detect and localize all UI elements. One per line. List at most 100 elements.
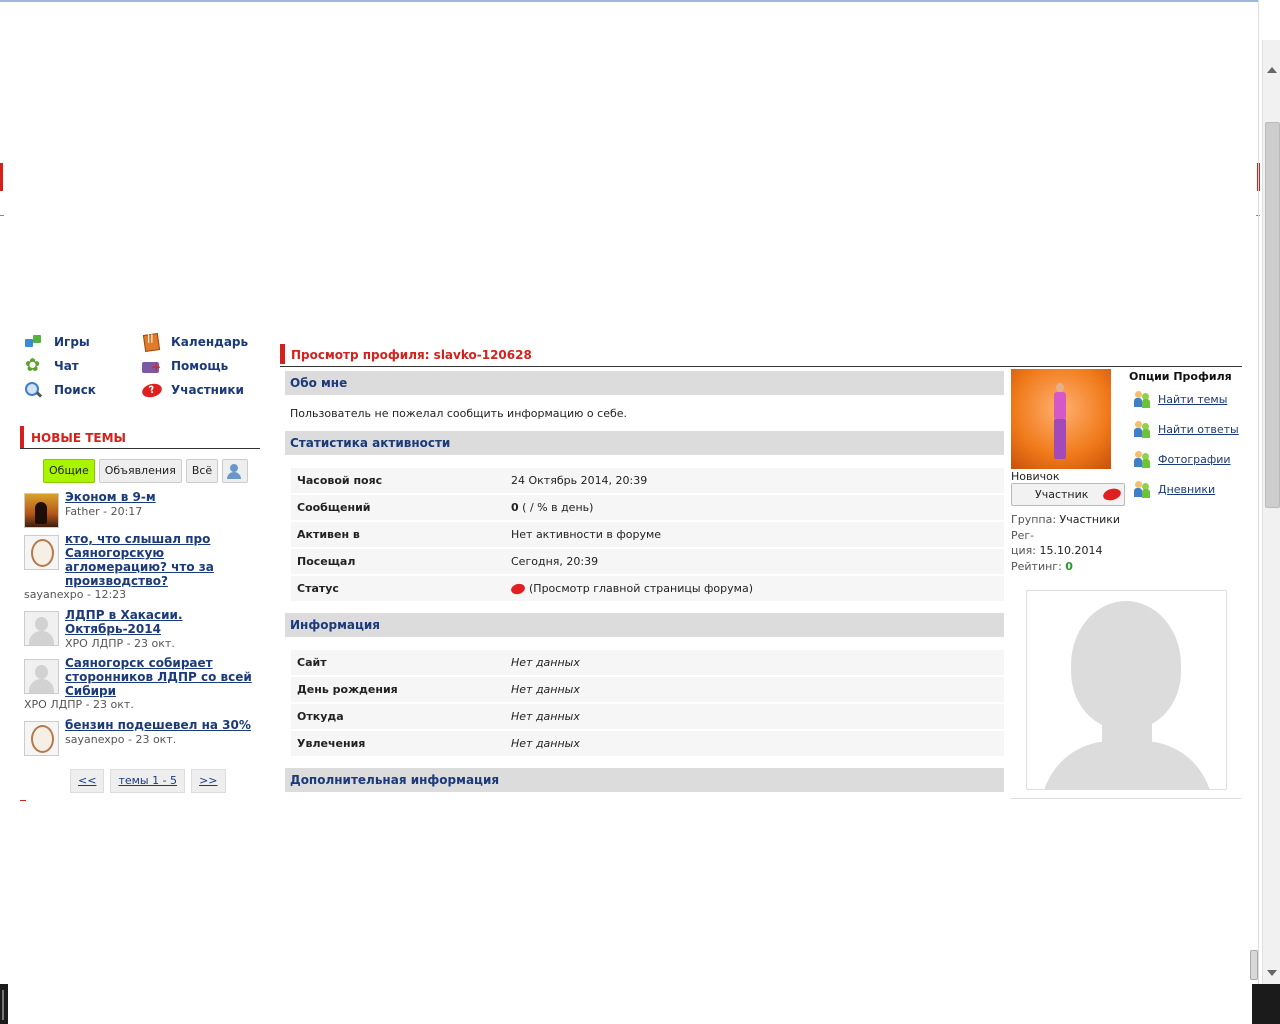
filter-my-user-icon[interactable] xyxy=(222,459,249,483)
pager-next-button[interactable]: >> xyxy=(191,769,226,793)
status-text: (Просмотр главной страницы форума) xyxy=(529,582,753,595)
profile-options-title: Опции Профиля xyxy=(1129,370,1232,383)
avatar[interactable] xyxy=(24,611,59,646)
search-icon xyxy=(24,381,44,399)
section-title: Дополнительная информация xyxy=(290,773,500,787)
left-tick xyxy=(0,215,4,216)
menu-help[interactable]: Помощь xyxy=(141,357,228,375)
section-title: Обо мне xyxy=(290,376,348,390)
option-link[interactable]: Дневники xyxy=(1158,483,1215,496)
topic-link[interactable]: Саяногорск собирает сторонников ЛДПР со … xyxy=(65,656,255,698)
menu-calendar[interactable]: Календарь xyxy=(141,333,248,351)
posts-count: 0 xyxy=(511,501,519,514)
pager-prev-button[interactable]: << xyxy=(70,769,105,793)
option-link[interactable]: Найти темы xyxy=(1158,393,1227,406)
menu-chat-label: Чат xyxy=(54,359,79,373)
group-button-label: Участник xyxy=(1035,488,1089,501)
calendar-icon xyxy=(141,333,161,351)
topic-meta: sayanexpo - 12:23 xyxy=(24,588,127,601)
option-photos[interactable]: Фотографии xyxy=(1133,450,1231,468)
avatar[interactable] xyxy=(24,493,59,528)
row-value: Нет данных xyxy=(511,656,580,669)
page-scroll-handle[interactable] xyxy=(1250,950,1258,980)
section-marker xyxy=(20,426,24,448)
option-find-replies[interactable]: Найти ответы xyxy=(1133,420,1239,438)
section-title: Информация xyxy=(290,618,380,632)
topic-link[interactable]: кто, что слышал про Саяногорскую агломер… xyxy=(65,532,225,588)
figure-head xyxy=(1056,383,1064,392)
section-extra-header: Дополнительная информация xyxy=(285,768,1004,792)
avatar[interactable] xyxy=(24,535,59,570)
group-info: Группа: Участники xyxy=(1011,512,1120,527)
table-row: Откуда Нет данных xyxy=(291,704,1004,729)
topics-pager: << темы 1 - 5 >> xyxy=(70,769,226,793)
scroll-down-arrow-icon[interactable] xyxy=(1267,970,1277,976)
page-edge xyxy=(1258,0,1259,1024)
topic-link[interactable]: Эконом в 9-м xyxy=(65,490,255,504)
people-icon xyxy=(1133,390,1151,408)
user-photo-placeholder[interactable] xyxy=(1026,590,1227,790)
section-title: Статистика активности xyxy=(290,436,451,450)
row-key: Посещал xyxy=(297,555,356,568)
row-value: Нет данных xyxy=(511,737,580,750)
topic-link[interactable]: бензин подешевел на 30% xyxy=(65,718,265,732)
vertical-scrollbar[interactable] xyxy=(1262,40,1280,984)
table-row: День рождения Нет данных xyxy=(291,677,1004,702)
scroll-up-arrow-icon[interactable] xyxy=(1267,67,1277,73)
reg-label-1: Рег- xyxy=(1011,529,1035,542)
table-row: Посещал Сегодня, 20:39 xyxy=(291,549,1004,574)
pager-current[interactable]: темы 1 - 5 xyxy=(110,769,186,793)
group-button[interactable]: Участник xyxy=(1011,483,1125,506)
section-marker xyxy=(280,344,285,364)
menu-search[interactable]: Поиск xyxy=(24,381,96,399)
option-find-topics[interactable]: Найти темы xyxy=(1133,390,1227,408)
section-about-header: Обо мне xyxy=(285,371,1004,395)
group-label: Группа: xyxy=(1011,513,1057,526)
topic-meta: sayanexpo - 23 окт. xyxy=(65,733,177,746)
menu-members[interactable]: Участники xyxy=(141,381,244,399)
option-link[interactable]: Найти ответы xyxy=(1158,423,1239,436)
chat-icon xyxy=(24,355,44,376)
page-title: Просмотр профиля: slavko-120628 xyxy=(291,348,532,362)
figure-legs xyxy=(1054,419,1066,459)
browser-top-line xyxy=(0,0,1258,2)
new-topics-header: НОВЫЕ ТЕМЫ xyxy=(20,426,260,449)
section-stats-header: Статистика активности xyxy=(285,431,1004,455)
row-key: Сообщений xyxy=(297,501,371,514)
user-avatar[interactable] xyxy=(1011,369,1111,469)
filter-announcements[interactable]: Объявления xyxy=(98,459,182,483)
filter-general[interactable]: Общие xyxy=(43,459,95,483)
menu-search-label: Поиск xyxy=(54,383,96,397)
new-topics-title: НОВЫЕ ТЕМЫ xyxy=(31,431,126,445)
topic-link[interactable]: ЛДПР в Хакасии. Октябрь-2014 xyxy=(65,608,185,636)
section-info-header: Информация xyxy=(285,613,1004,637)
option-diaries[interactable]: Дневники xyxy=(1133,480,1215,498)
silhouette-head xyxy=(1071,601,1181,729)
filter-all[interactable]: Всё xyxy=(185,459,219,483)
table-row: Сайт Нет данных xyxy=(291,650,1004,675)
members-icon xyxy=(141,381,161,399)
scrollbar-thumb[interactable] xyxy=(1265,122,1280,508)
table-row: Статус (Просмотр главной страницы форума) xyxy=(291,576,1004,601)
menu-games[interactable]: Игры xyxy=(24,333,90,351)
table-row: Сообщений 0 ( / % в день) xyxy=(291,495,1004,520)
row-value: Нет данных xyxy=(511,683,580,696)
topic-meta: ХРО ЛДПР - 23 окт. xyxy=(24,698,134,711)
posts-per-day: ( / % в день) xyxy=(518,501,594,514)
member-badge-icon xyxy=(1101,486,1123,503)
menu-chat[interactable]: Чат xyxy=(24,355,79,376)
row-value: Сегодня, 20:39 xyxy=(511,555,599,568)
option-link[interactable]: Фотографии xyxy=(1158,453,1231,466)
left-edge-marker xyxy=(0,163,3,191)
avatar[interactable] xyxy=(24,659,59,694)
reg-info: ция: 15.10.2014 xyxy=(1011,543,1102,558)
row-key: Сайт xyxy=(297,656,327,669)
stats-table: Часовой пояс 24 Октябрь 2014, 20:39 Сообщ… xyxy=(291,468,1004,603)
table-row: Активен в Нет активности в форуме xyxy=(291,522,1004,547)
games-icon xyxy=(24,333,44,351)
avatar[interactable] xyxy=(24,721,59,756)
divider xyxy=(280,366,1242,367)
topic-meta: Father - 20:17 xyxy=(65,505,143,518)
taskbar-left xyxy=(0,984,8,1024)
menu-games-label: Игры xyxy=(54,335,90,349)
